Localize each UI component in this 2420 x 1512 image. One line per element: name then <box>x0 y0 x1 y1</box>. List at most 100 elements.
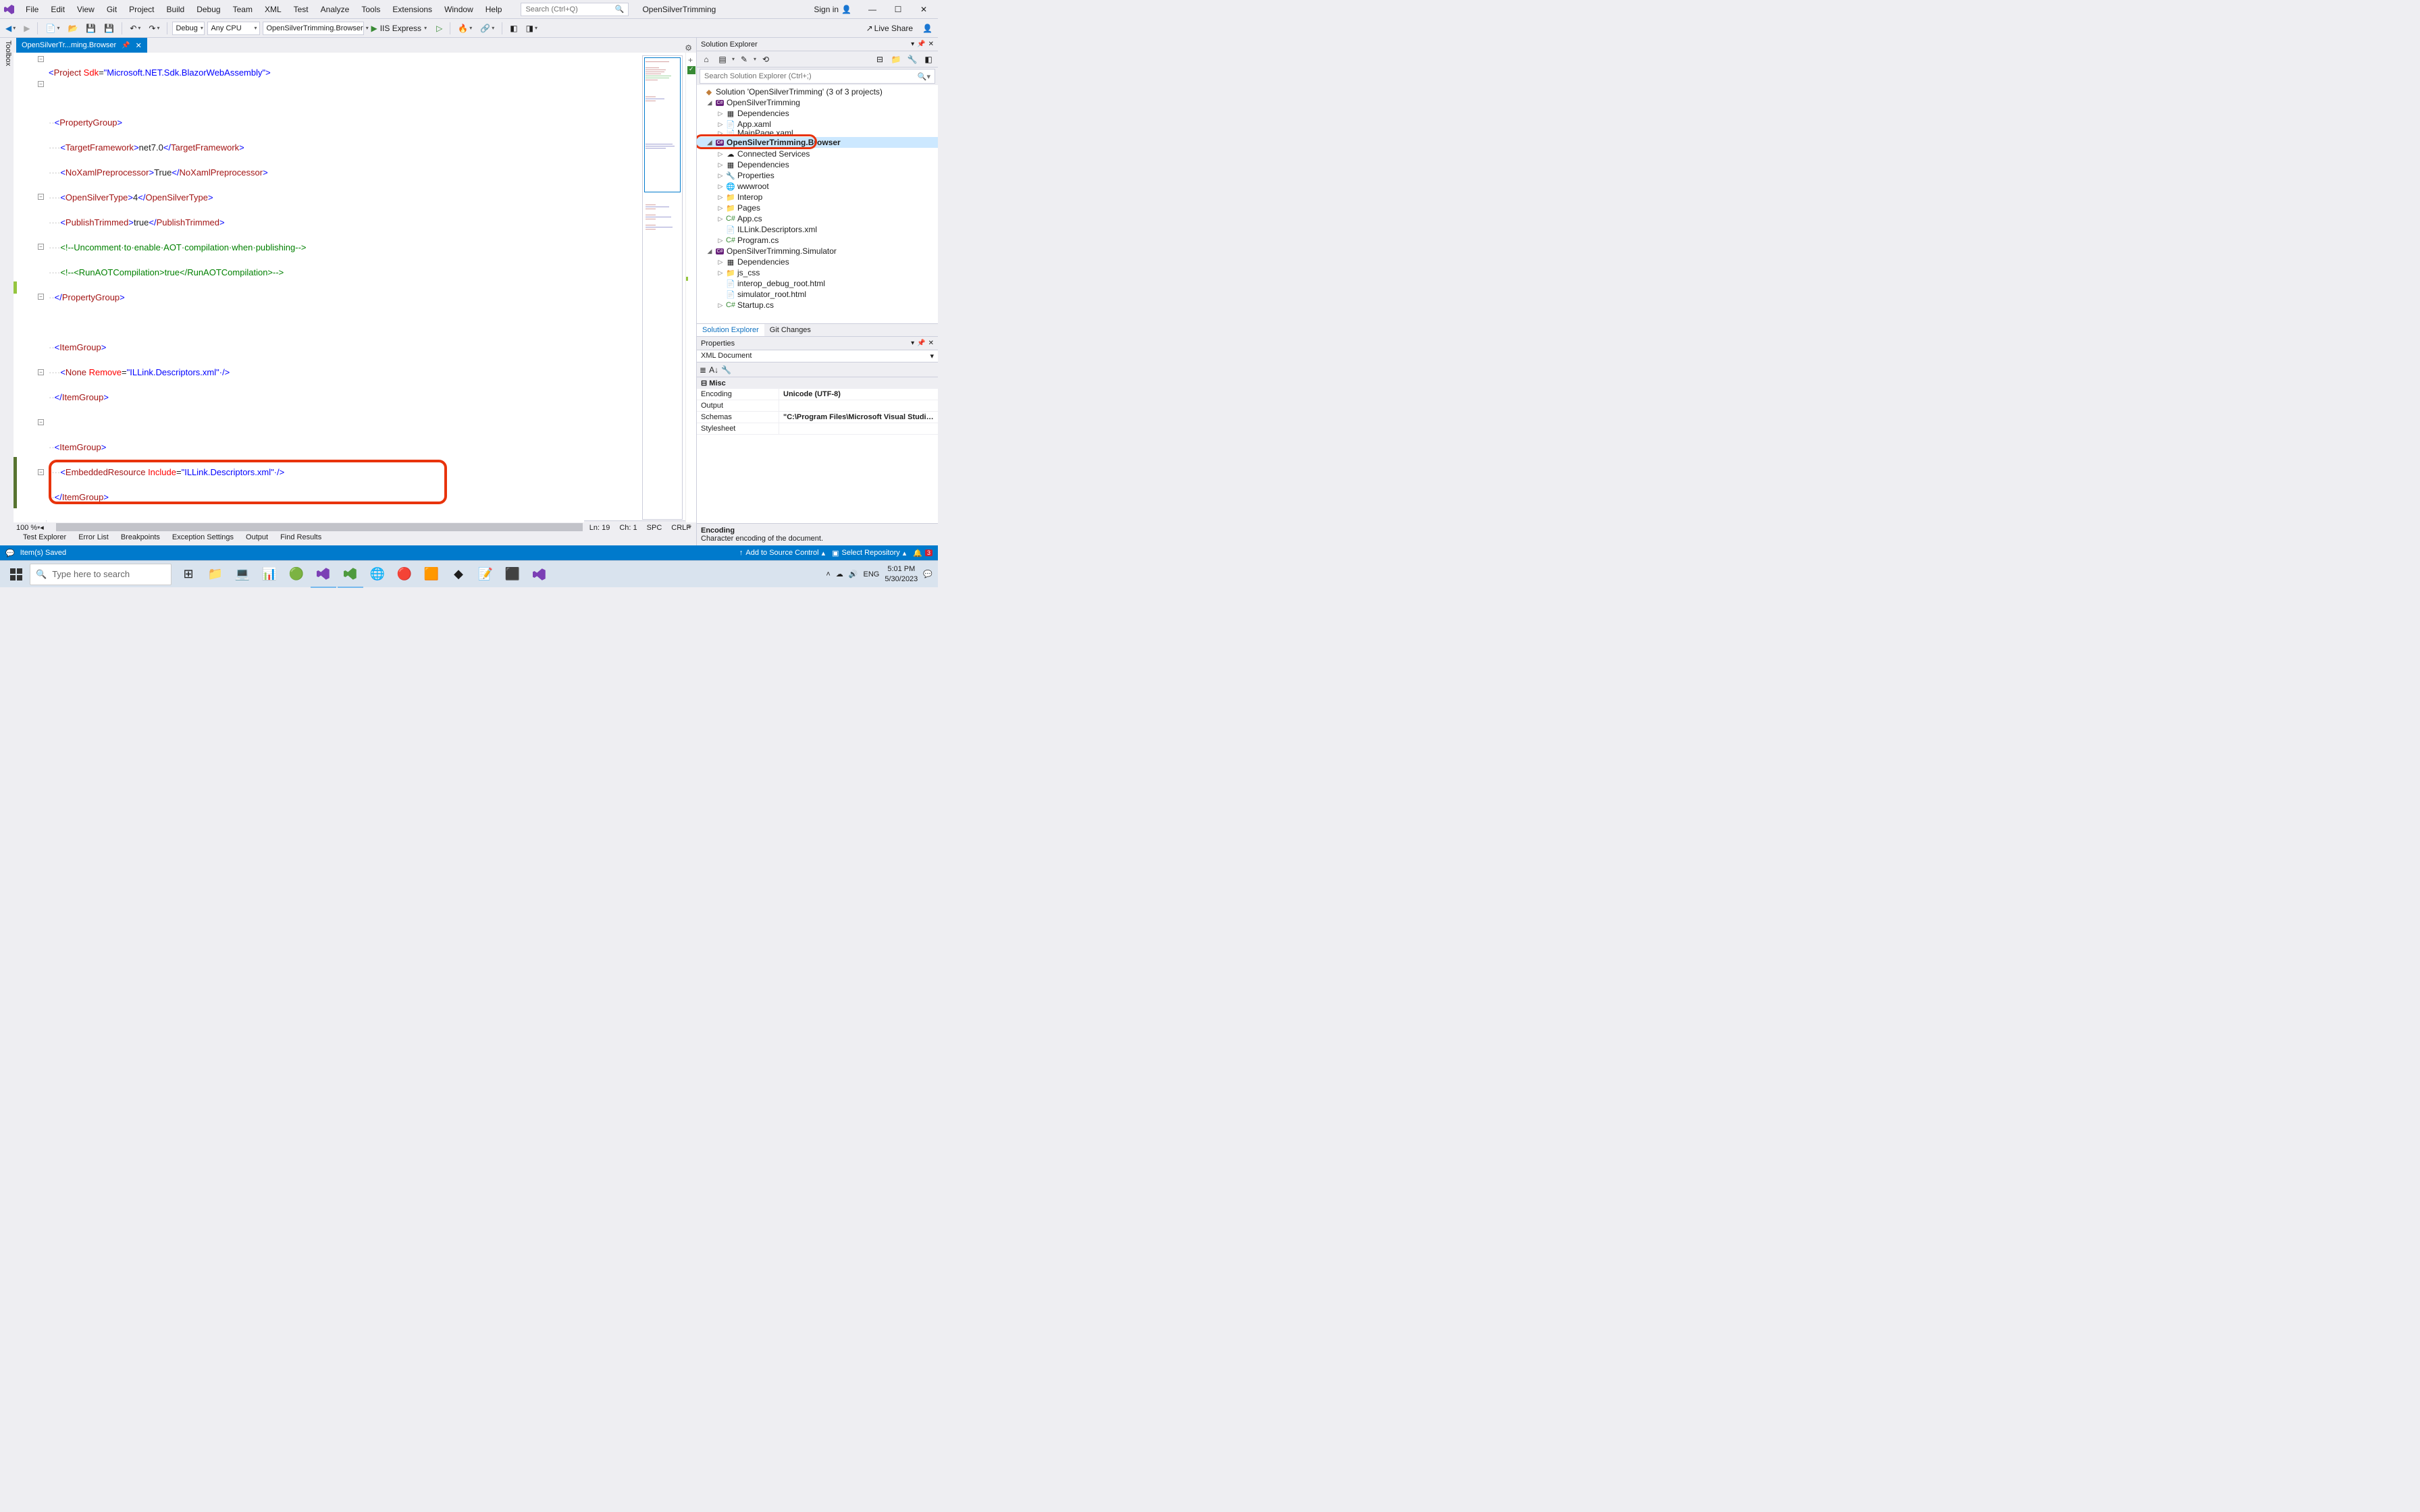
prop-row[interactable]: Output <box>697 400 938 412</box>
collapse-icon[interactable]: ⊟ <box>873 53 887 66</box>
code-editor[interactable]: − − − − − − − − <Project Sdk="Microsoft.… <box>14 53 696 522</box>
live-share-button[interactable]: ↗ Live Share <box>864 22 916 34</box>
pin-icon[interactable]: 📌 <box>122 42 130 49</box>
menu-tools[interactable]: Tools <box>356 2 386 17</box>
tree-item[interactable]: ▷▦Dependencies <box>697 108 938 119</box>
tb-misc-2[interactable]: ◨▾ <box>523 22 540 34</box>
menu-extensions[interactable]: Extensions <box>387 2 438 17</box>
save-all-button[interactable]: 💾 <box>101 22 117 34</box>
taskbar-clock[interactable]: 5:01 PM 5/30/2023 <box>885 564 918 584</box>
nav-back-button[interactable]: ◀▾ <box>3 22 18 34</box>
explorer-icon[interactable]: 📁 <box>203 561 228 588</box>
panel-dropdown-icon[interactable]: ▾ <box>911 40 914 48</box>
hot-reload-button[interactable]: 🔥▾ <box>455 22 475 34</box>
menu-edit[interactable]: Edit <box>45 2 70 17</box>
redo-button[interactable]: ↷▾ <box>146 22 162 34</box>
vs-preview-taskbar-icon[interactable] <box>338 561 363 588</box>
signin-link[interactable]: Sign in 👤 <box>810 2 856 17</box>
breakpoints-tab[interactable]: Breakpoints <box>115 532 165 545</box>
panel-pin-icon[interactable]: 📌 <box>917 40 925 48</box>
tree-item[interactable]: ▷🔧Properties <box>697 170 938 181</box>
solution-tree[interactable]: ◆Solution 'OpenSilverTrimming' (3 of 3 p… <box>697 85 938 323</box>
powershell-icon[interactable]: ⬛ <box>500 561 525 588</box>
app-icon[interactable]: 🟢 <box>284 561 309 588</box>
edge-icon[interactable]: 🌐 <box>365 561 390 588</box>
solution-explorer-tab[interactable]: Solution Explorer <box>697 324 764 336</box>
menu-xml[interactable]: XML <box>259 2 287 17</box>
platform-dropdown[interactable]: Any CPU▾ <box>207 22 260 35</box>
editor-hscroll[interactable]: 100 % ▾ ◂ ▸ Ln: 19 Ch: 1 SPC CRLF <box>14 522 696 532</box>
app-icon[interactable]: 💻 <box>230 561 255 588</box>
tray-icon[interactable]: 🔊 <box>849 570 858 578</box>
menu-build[interactable]: Build <box>161 2 190 17</box>
prop-row[interactable]: Schemas"C:\Program Files\Microsoft Visua… <box>697 412 938 423</box>
add-source-control-button[interactable]: ↑ Add to Source Control ▴ <box>739 549 825 558</box>
tree-item[interactable]: ▷📁js_css <box>697 267 938 278</box>
global-search[interactable]: Search (Ctrl+Q) 🔍 <box>521 3 629 16</box>
start-button[interactable] <box>3 561 30 588</box>
tree-item[interactable]: 📄interop_debug_root.html <box>697 278 938 289</box>
test-explorer-tab[interactable]: Test Explorer <box>18 532 72 545</box>
solution-search[interactable]: Search Solution Explorer (Ctrl+;) 🔍▾ <box>700 69 935 84</box>
menu-git[interactable]: Git <box>101 2 122 17</box>
home-icon[interactable]: ⌂ <box>700 53 713 66</box>
menu-project[interactable]: Project <box>124 2 159 17</box>
preview-icon[interactable]: ◧ <box>922 53 935 66</box>
menu-help[interactable]: Help <box>480 2 508 17</box>
start-debug-button[interactable]: ▶IIS Express▾ <box>367 22 431 34</box>
show-all-files-icon[interactable]: 📁 <box>889 53 903 66</box>
alphabetical-icon[interactable]: A↓ <box>709 365 718 375</box>
panel-close-icon[interactable]: ✕ <box>928 40 934 48</box>
output-tab[interactable]: Output <box>240 532 273 545</box>
tree-item[interactable]: ▷▦Dependencies <box>697 159 938 170</box>
prop-row[interactable]: EncodingUnicode (UTF-8) <box>697 389 938 400</box>
tree-item[interactable]: ▷📁Interop <box>697 192 938 202</box>
project-node[interactable]: ◢C#OpenSilverTrimming.Simulator <box>697 246 938 256</box>
open-button[interactable]: 📂 <box>65 22 80 34</box>
tb-misc-1[interactable]: ◧ <box>507 22 520 34</box>
vs-prev-icon[interactable] <box>527 561 552 588</box>
error-list-tab[interactable]: Error List <box>73 532 114 545</box>
tray-icon[interactable]: ☁ <box>836 570 843 578</box>
find-results-tab[interactable]: Find Results <box>275 532 327 545</box>
taskbar-search[interactable]: 🔍Type here to search <box>30 564 172 585</box>
tree-item[interactable]: 📄ILLink.Descriptors.xml <box>697 224 938 235</box>
tree-item[interactable]: 📄simulator_root.html <box>697 289 938 300</box>
undo-button[interactable]: ↶▾ <box>127 22 143 34</box>
notifications-icon[interactable]: 💬 <box>923 570 932 578</box>
app-icon[interactable]: ◆ <box>446 561 471 588</box>
new-project-button[interactable]: 📄▾ <box>43 22 62 34</box>
tree-item[interactable]: ▷▦Dependencies <box>697 256 938 267</box>
solution-node[interactable]: ◆Solution 'OpenSilverTrimming' (3 of 3 p… <box>697 86 938 97</box>
tree-item[interactable]: ▷C#Program.cs <box>697 235 938 246</box>
tree-item[interactable]: ▷📁Pages <box>697 202 938 213</box>
menu-view[interactable]: View <box>72 2 100 17</box>
start-without-debug-button[interactable]: ▷ <box>433 22 445 34</box>
tree-item[interactable]: ▷📄App.xaml <box>697 119 938 130</box>
sync-icon[interactable]: ⟲ <box>759 53 772 66</box>
properties-grid[interactable]: ⊟ Misc EncodingUnicode (UTF-8) Output Sc… <box>697 377 938 523</box>
menu-team[interactable]: Team <box>228 2 258 17</box>
code-content[interactable]: <Project Sdk="Microsoft.NET.Sdk.BlazorWe… <box>46 53 639 522</box>
menu-file[interactable]: File <box>20 2 44 17</box>
close-tab-icon[interactable]: ✕ <box>136 41 142 50</box>
minimap[interactable] <box>642 55 683 520</box>
nav-forward-button[interactable]: ▶ <box>21 22 32 34</box>
menu-analyze[interactable]: Analyze <box>315 2 355 17</box>
categorized-icon[interactable]: ≣ <box>700 365 706 375</box>
project-node[interactable]: ◢C#OpenSilverTrimming <box>697 97 938 108</box>
hscroll-thumb[interactable] <box>56 523 583 531</box>
app-icon[interactable]: 🟧 <box>419 561 444 588</box>
zoom-level[interactable]: 100 % <box>16 524 37 532</box>
save-button[interactable]: 💾 <box>83 22 99 34</box>
feedback-button[interactable]: 👤 <box>920 22 935 34</box>
task-view-icon[interactable]: ⊞ <box>176 561 201 588</box>
menu-window[interactable]: Window <box>439 2 479 17</box>
select-repo-button[interactable]: ▣ Select Repository ▴ <box>832 549 906 558</box>
app-icon[interactable]: 📝 <box>473 561 498 588</box>
config-dropdown[interactable]: Debug▾ <box>172 22 205 35</box>
browser-link-button[interactable]: 🔗▾ <box>477 22 497 34</box>
tree-item[interactable]: ▷🌐wwwroot <box>697 181 938 192</box>
tree-item[interactable]: ▷C#Startup.cs <box>697 300 938 310</box>
app-icon[interactable]: 📊 <box>257 561 282 588</box>
